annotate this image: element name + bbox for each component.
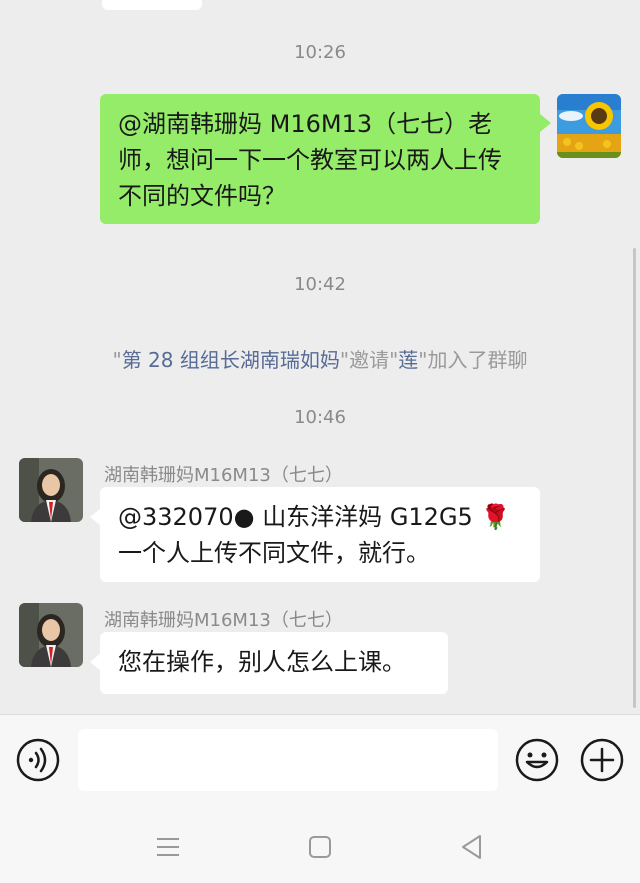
timestamp: 10:46: [294, 407, 346, 428]
message-text: 您在操作，别人怎么上课。: [118, 648, 406, 676]
back-triangle-icon[interactable]: [458, 833, 486, 861]
chat-area[interactable]: 10:26 @湖南韩珊妈 M16M13（七七）老师，想问一下一个教室可以两人上传…: [0, 0, 640, 714]
plus-icon[interactable]: [580, 738, 624, 782]
girl-avatar[interactable]: [19, 458, 83, 522]
other-message-bubble[interactable]: 您在操作，别人怎么上课。: [100, 632, 448, 694]
timestamp: 10:42: [294, 274, 346, 295]
message-text: @332070● 山东洋洋妈 G12G5 🌹一个人上传不同文件，就行。: [118, 503, 511, 567]
bubble-tail: [540, 114, 551, 132]
message-text: @湖南韩珊妈 M16M13（七七）老师，想问一下一个教室可以两人上传不同的文件吗…: [118, 110, 502, 210]
sender-name: 湖南韩珊妈M16M13（七七）: [104, 610, 343, 631]
system-notice: "第 28 组组长湖南瑞如妈"邀请"莲"加入了群聊: [112, 348, 528, 372]
invitee-name[interactable]: 莲: [398, 348, 418, 372]
timestamp: 10:26: [294, 42, 346, 63]
previous-message-bubble[interactable]: [102, 0, 202, 10]
self-message-bubble[interactable]: @湖南韩珊妈 M16M13（七七）老师，想问一下一个教室可以两人上传不同的文件吗…: [100, 94, 540, 224]
voice-icon[interactable]: [16, 738, 60, 782]
home-square-icon[interactable]: [306, 833, 334, 861]
scrollbar[interactable]: [633, 248, 636, 708]
girl-avatar[interactable]: [19, 603, 83, 667]
menu-icon[interactable]: [154, 833, 182, 861]
bottom-bar: [0, 714, 640, 883]
other-message-bubble[interactable]: @332070● 山东洋洋妈 G12G5 🌹一个人上传不同文件，就行。: [100, 487, 540, 582]
sunflower-avatar[interactable]: [557, 94, 621, 158]
inviter-name[interactable]: 第 28 组组长湖南瑞如妈: [122, 348, 340, 372]
sender-name: 湖南韩珊妈M16M13（七七）: [104, 465, 343, 486]
message-input[interactable]: [78, 729, 498, 791]
emoji-icon[interactable]: [515, 738, 559, 782]
